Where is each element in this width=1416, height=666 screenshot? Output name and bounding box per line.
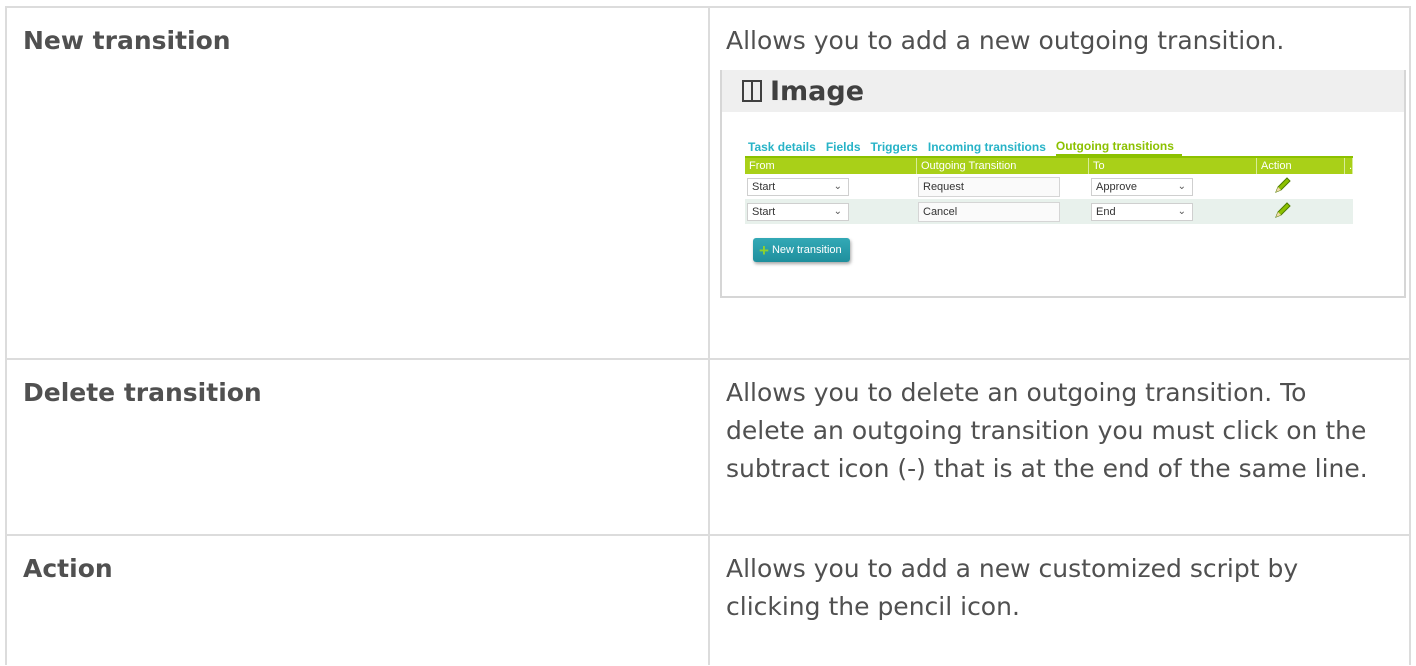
term-description: Allows you to add a new customized scrip… [726, 554, 1299, 621]
transition-name-input[interactable]: Request [918, 176, 1060, 197]
chevron-down-icon: ⌄ [833, 181, 842, 192]
image-panel-title: Image [770, 75, 865, 107]
plus-icon: + [759, 240, 769, 260]
pencil-icon[interactable] [1273, 175, 1293, 195]
tab-task-details[interactable]: Task details [748, 140, 816, 156]
chevron-down-icon: ⌄ [1177, 206, 1186, 217]
term-label: New transition [23, 26, 231, 55]
from-select[interactable]: Start ⌄ [747, 202, 849, 221]
column-header-action: Action [1257, 158, 1345, 174]
table-row: Start ⌄ Request Approve ⌄ [745, 174, 1353, 199]
tab-triggers[interactable]: Triggers [871, 140, 918, 156]
tab-outgoing-transitions[interactable]: Outgoing transitions [1055, 139, 1182, 156]
definition-table: New transition Allows you to add a new o… [5, 6, 1411, 665]
grid-header: From Outgoing Transition To Action . [745, 158, 1353, 174]
chevron-down-icon: ⌄ [833, 206, 842, 217]
column-header-transition: Outgoing Transition [917, 158, 1089, 174]
image-icon [742, 80, 762, 102]
term-description: Allows you to add a new outgoing transit… [726, 26, 1285, 55]
table-row: Action Allows you to add a new customize… [5, 534, 1411, 665]
transitions-grid: From Outgoing Transition To Action . Sta… [745, 156, 1353, 224]
pencil-icon[interactable] [1273, 200, 1293, 220]
table-row: Delete transition Allows you to delete a… [5, 358, 1411, 536]
tab-incoming-transitions[interactable]: Incoming transitions [928, 140, 1046, 156]
screenshot-embed: Task details Fields Triggers Incoming tr… [722, 112, 1404, 262]
table-row: Start ⌄ Cancel End ⌄ [745, 199, 1353, 224]
column-header-from: From [745, 158, 917, 174]
tab-fields[interactable]: Fields [826, 140, 861, 156]
to-select[interactable]: End ⌄ [1091, 202, 1193, 221]
new-transition-button[interactable]: + New transition [753, 238, 850, 262]
term-label: Delete transition [23, 378, 262, 407]
column-header-to: To [1089, 158, 1257, 174]
image-panel-header: Image [722, 70, 1404, 112]
term-label: Action [23, 554, 113, 583]
term-description: Allows you to delete an outgoing transit… [726, 378, 1368, 483]
column-header-extra: . [1345, 158, 1353, 174]
from-select[interactable]: Start ⌄ [747, 177, 849, 196]
table-row: New transition Allows you to add a new o… [5, 6, 1411, 360]
to-select[interactable]: Approve ⌄ [1091, 177, 1193, 196]
image-panel: Image Task details Fields Triggers Incom… [720, 70, 1406, 298]
transition-name-input[interactable]: Cancel [918, 201, 1060, 222]
tab-bar: Task details Fields Triggers Incoming tr… [748, 138, 1404, 156]
chevron-down-icon: ⌄ [1177, 181, 1186, 192]
